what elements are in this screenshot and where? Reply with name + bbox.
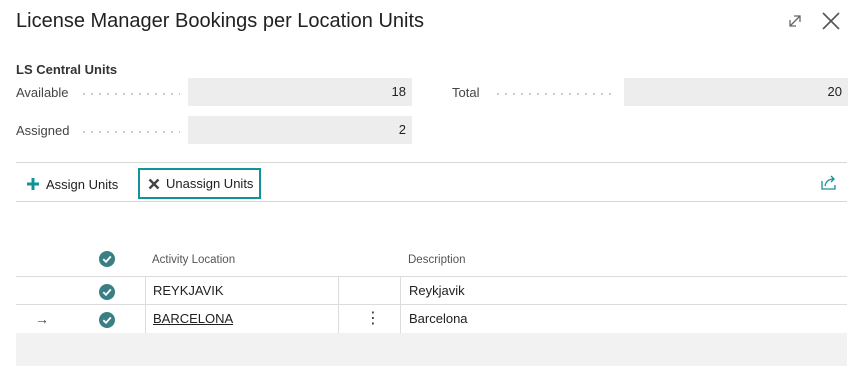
grid-empty-area: [16, 333, 847, 366]
description-cell[interactable]: Reykjavik: [409, 277, 465, 305]
table-row[interactable]: REYKJAVIK Reykjavik: [16, 276, 847, 305]
column-header-activity-location[interactable]: Activity Location: [152, 254, 235, 266]
available-label: Available: [16, 85, 69, 100]
expand-icon[interactable]: [782, 8, 808, 34]
total-dots: [494, 93, 616, 95]
row-check-icon[interactable]: [99, 284, 115, 300]
assigned-field: 2: [188, 116, 412, 144]
row-check-icon[interactable]: [99, 312, 115, 328]
close-icon[interactable]: [818, 8, 844, 34]
assigned-dots: [80, 131, 180, 133]
select-all-check-icon[interactable]: [99, 251, 115, 267]
assigned-label: Assigned: [16, 123, 70, 138]
unassign-units-label: Unassign Units: [166, 176, 254, 191]
total-field: 20: [624, 78, 848, 106]
description-cell[interactable]: Barcelona: [409, 305, 468, 333]
total-label: Total: [452, 85, 480, 100]
section-title: LS Central Units: [16, 62, 118, 77]
column-divider: [145, 277, 146, 305]
column-divider: [145, 305, 146, 333]
unassign-units-button[interactable]: Unassign Units: [138, 168, 262, 199]
row-actions-icon[interactable]: ⋮: [365, 305, 381, 333]
page-title: License Manager Bookings per Location Un…: [16, 10, 425, 32]
toolbar-bottom-divider: [16, 201, 847, 202]
activity-location-link[interactable]: BARCELONA: [153, 305, 233, 333]
plus-icon: [27, 178, 39, 190]
column-divider: [338, 277, 339, 305]
assign-units-label: Assign Units: [46, 176, 119, 192]
x-icon: [148, 178, 160, 189]
column-header-description[interactable]: Description: [408, 254, 466, 266]
selected-row-arrow-icon: →: [35, 311, 49, 327]
share-icon[interactable]: [818, 172, 840, 194]
toolbar-top-divider: [16, 162, 847, 163]
table-row[interactable]: → BARCELONA ⋮ Barcelona: [16, 304, 847, 334]
column-divider: [400, 277, 401, 305]
column-divider: [338, 305, 339, 333]
available-dots: [80, 93, 180, 95]
column-divider: [400, 305, 401, 333]
activity-location-cell[interactable]: REYKJAVIK: [153, 277, 224, 305]
available-field: 18: [188, 78, 412, 106]
assign-units-button[interactable]: Assign Units: [26, 170, 118, 198]
